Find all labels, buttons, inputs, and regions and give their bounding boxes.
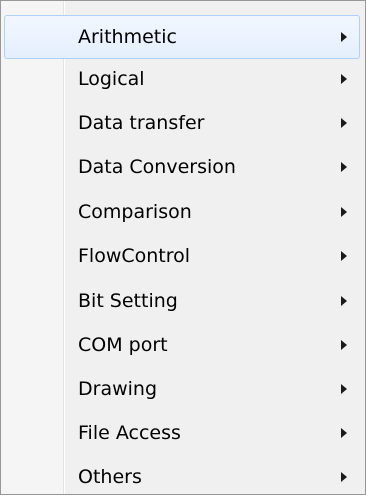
- menu-item-label: Bit Setting: [78, 290, 178, 312]
- menu-item-label: Comparison: [78, 201, 192, 223]
- context-menu: Arithmetic Logical Data transfer Data Co…: [0, 0, 366, 495]
- menu-item-label: Others: [78, 466, 142, 488]
- chevron-right-icon: [341, 384, 347, 394]
- chevron-right-icon: [341, 428, 347, 438]
- menu-item-arithmetic[interactable]: Arithmetic: [4, 15, 360, 59]
- menu-item-others[interactable]: Others: [4, 455, 360, 499]
- menu-item-data-transfer[interactable]: Data transfer: [4, 101, 360, 145]
- chevron-right-icon: [341, 251, 347, 261]
- menu-item-label: Arithmetic: [78, 26, 177, 48]
- chevron-right-icon: [341, 32, 347, 42]
- chevron-right-icon: [341, 162, 347, 172]
- chevron-right-icon: [341, 74, 347, 84]
- menu-item-comparison[interactable]: Comparison: [4, 190, 360, 234]
- menu-item-label: COM port: [78, 334, 168, 356]
- chevron-right-icon: [341, 472, 347, 482]
- menu-item-com-port[interactable]: COM port: [4, 323, 360, 367]
- menu-item-label: Data Conversion: [78, 156, 236, 178]
- menu-item-label: Data transfer: [78, 112, 205, 134]
- chevron-right-icon: [341, 296, 347, 306]
- menu-item-bit-setting[interactable]: Bit Setting: [4, 279, 360, 323]
- chevron-right-icon: [341, 340, 347, 350]
- menu-item-data-conversion[interactable]: Data Conversion: [4, 145, 360, 189]
- chevron-right-icon: [341, 118, 347, 128]
- menu-item-label: Logical: [78, 68, 145, 90]
- chevron-right-icon: [341, 207, 347, 217]
- menu-item-logical[interactable]: Logical: [4, 57, 360, 101]
- menu-item-label: File Access: [78, 422, 181, 444]
- menu-item-label: Drawing: [78, 378, 158, 400]
- menu-item-flowcontrol[interactable]: FlowControl: [4, 234, 360, 278]
- menu-item-label: FlowControl: [78, 245, 191, 267]
- menu-item-drawing[interactable]: Drawing: [4, 367, 360, 411]
- menu-item-file-access[interactable]: File Access: [4, 411, 360, 455]
